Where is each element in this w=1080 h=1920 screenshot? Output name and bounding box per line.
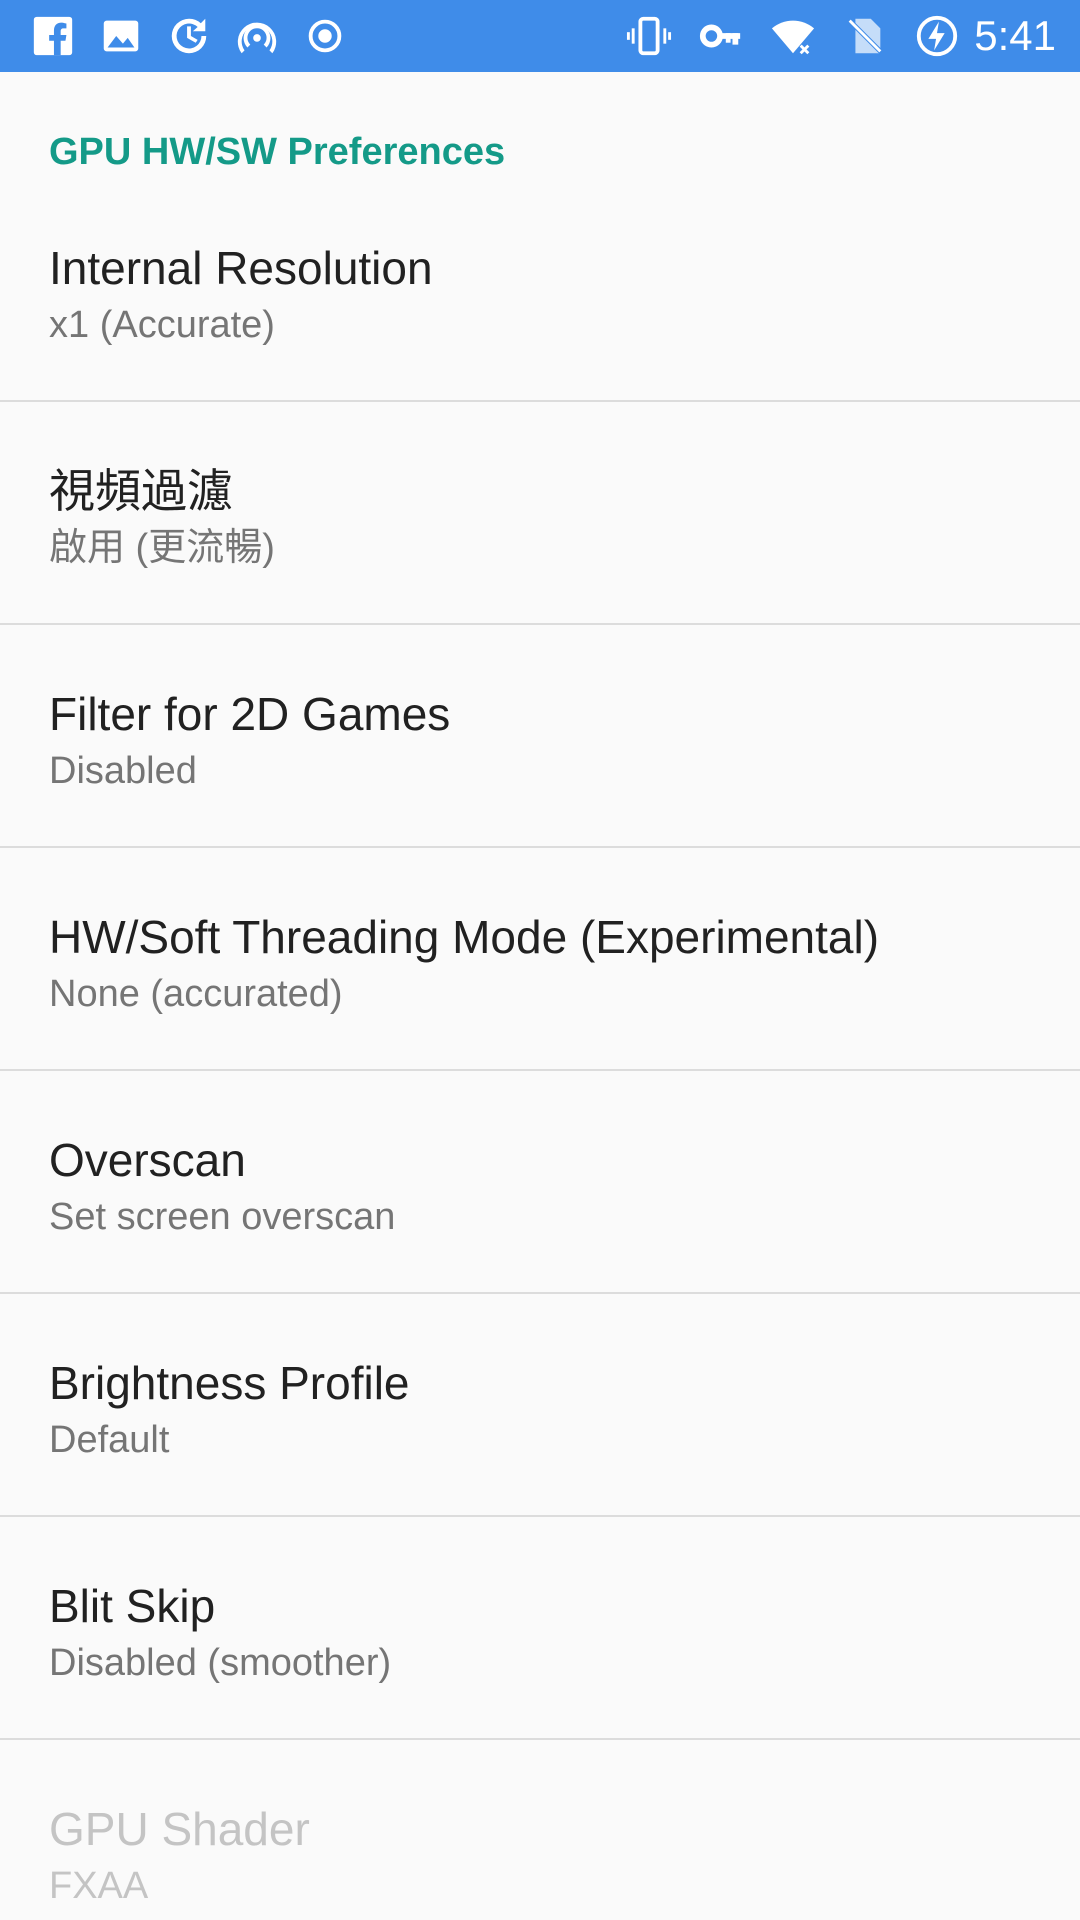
pref-title: Overscan bbox=[49, 1134, 246, 1186]
pref-summary: Disabled (smoother) bbox=[49, 1642, 392, 1684]
pref-blit-skip[interactable]: Blit Skip Disabled (smoother) bbox=[0, 1517, 1080, 1738]
system-icons: 5:41 bbox=[600, 12, 1056, 60]
pref-threading-mode[interactable]: HW/Soft Threading Mode (Experimental) No… bbox=[0, 848, 1080, 1069]
no-sim-icon bbox=[842, 13, 888, 59]
pref-summary: Set screen overscan bbox=[49, 1196, 396, 1238]
pref-summary: FXAA bbox=[49, 1865, 149, 1907]
pref-filter-2d-games[interactable]: Filter for 2D Games Disabled bbox=[0, 625, 1080, 846]
pref-title: Filter for 2D Games bbox=[49, 688, 451, 740]
status-bar: 5:41 bbox=[0, 0, 1080, 72]
record-icon bbox=[302, 13, 348, 59]
pref-overscan[interactable]: Overscan Set screen overscan bbox=[0, 1071, 1080, 1292]
pref-summary: None (accurated) bbox=[49, 973, 343, 1015]
pref-title: Internal Resolution bbox=[49, 242, 433, 294]
pref-summary: 啟用 (更流暢) bbox=[49, 527, 275, 569]
wifi-off-icon bbox=[770, 13, 816, 59]
pref-title: HW/Soft Threading Mode (Experimental) bbox=[49, 911, 880, 963]
pref-title: 視頻過濾 bbox=[49, 465, 233, 517]
pref-summary: Default bbox=[49, 1419, 170, 1461]
pref-brightness-profile[interactable]: Brightness Profile Default bbox=[0, 1294, 1080, 1515]
sync-clock-icon bbox=[166, 13, 212, 59]
notification-icons bbox=[30, 12, 370, 60]
category-header-gpu: GPU HW/SW Preferences bbox=[49, 131, 506, 173]
facebook-icon bbox=[30, 13, 76, 59]
settings-list[interactable]: GPU HW/SW Preferences Internal Resolutio… bbox=[0, 72, 1080, 1920]
clock-time: 5:41 bbox=[974, 12, 1056, 59]
pref-gpu-shader: GPU Shader FXAA bbox=[0, 1740, 1080, 1920]
battery-charging-icon bbox=[914, 13, 960, 59]
pref-video-filter[interactable]: 視頻過濾 啟用 (更流暢) bbox=[0, 402, 1080, 623]
pref-title: GPU Shader bbox=[49, 1803, 310, 1855]
pref-title: Brightness Profile bbox=[49, 1357, 410, 1409]
pref-summary: Disabled bbox=[49, 750, 197, 792]
vpn-key-icon bbox=[698, 13, 744, 59]
pref-title: Blit Skip bbox=[49, 1580, 216, 1632]
vibrate-icon bbox=[626, 13, 672, 59]
image-icon bbox=[98, 13, 144, 59]
pref-internal-resolution[interactable]: Internal Resolution x1 (Accurate) bbox=[0, 222, 1080, 400]
hotspot-icon bbox=[234, 13, 280, 59]
pref-summary: x1 (Accurate) bbox=[49, 304, 275, 346]
